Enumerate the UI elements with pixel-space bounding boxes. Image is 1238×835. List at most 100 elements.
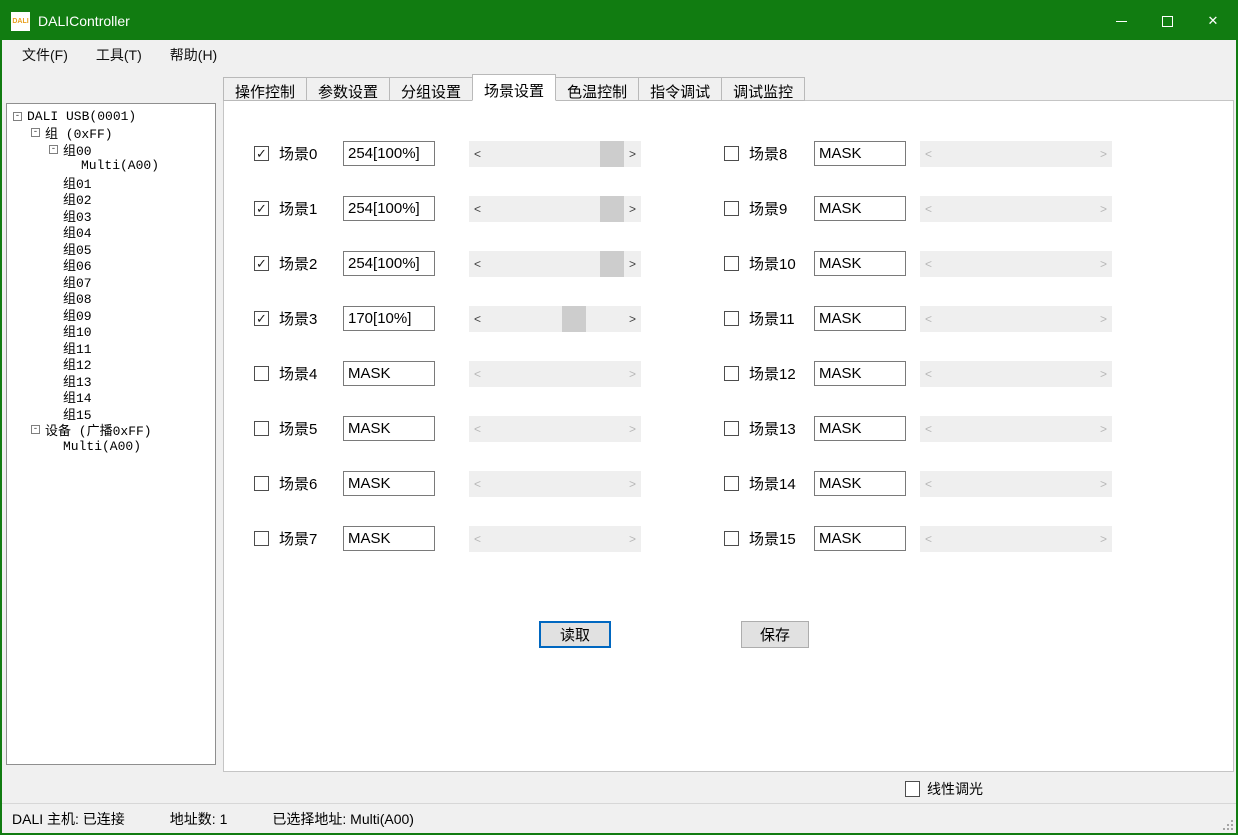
- scene-value-input[interactable]: [814, 526, 906, 551]
- scene-value-input[interactable]: [814, 251, 906, 276]
- scene-value-input[interactable]: [814, 141, 906, 166]
- scene-checkbox[interactable]: ✓: [254, 201, 269, 216]
- tree-item-2[interactable]: -组00: [7, 141, 215, 158]
- tree-item-11[interactable]: 组08: [7, 290, 215, 307]
- scene-value-input[interactable]: [814, 361, 906, 386]
- tree-expander-icon[interactable]: -: [13, 112, 22, 121]
- scrollbar-left-arrow-icon[interactable]: <: [469, 306, 486, 332]
- scrollbar-right-arrow-icon[interactable]: >: [624, 141, 641, 167]
- tree-item-9[interactable]: 组06: [7, 257, 215, 274]
- scene-value-input[interactable]: [814, 416, 906, 441]
- tree-item-8[interactable]: 组05: [7, 240, 215, 257]
- scrollbar-thumb[interactable]: [600, 196, 624, 222]
- scrollbar-thumb[interactable]: [600, 251, 624, 277]
- scene-level-scrollbar: <>: [920, 471, 1112, 497]
- scrollbar-thumb[interactable]: [562, 306, 586, 332]
- scene-checkbox[interactable]: [724, 146, 739, 161]
- scene-checkbox[interactable]: [724, 201, 739, 216]
- scrollbar-track[interactable]: [486, 196, 624, 222]
- scene-value-input[interactable]: [814, 196, 906, 221]
- scene-value-input[interactable]: [343, 471, 435, 496]
- scrollbar-left-arrow-icon[interactable]: <: [469, 196, 486, 222]
- tree-item-4[interactable]: 组01: [7, 174, 215, 191]
- scrollbar-right-arrow-icon[interactable]: >: [624, 251, 641, 277]
- tree-item-12[interactable]: 组09: [7, 306, 215, 323]
- scene-checkbox[interactable]: [724, 366, 739, 381]
- tree-item-7[interactable]: 组04: [7, 224, 215, 241]
- scene-level-scrollbar[interactable]: <>: [469, 306, 641, 332]
- tree-item-20[interactable]: Multi(A00): [7, 438, 215, 455]
- scene-value-input[interactable]: [343, 526, 435, 551]
- scene-value-input[interactable]: [814, 306, 906, 331]
- scene-checkbox[interactable]: [254, 366, 269, 381]
- scrollbar-track[interactable]: [486, 141, 624, 167]
- tree-expander-icon[interactable]: -: [31, 425, 40, 434]
- scrollbar-left-arrow-icon[interactable]: <: [469, 141, 486, 167]
- tree-item-3[interactable]: Multi(A00): [7, 158, 215, 175]
- scene-checkbox[interactable]: ✓: [254, 146, 269, 161]
- tree-expander-icon[interactable]: -: [31, 128, 40, 137]
- scrollbar-thumb[interactable]: [600, 141, 624, 167]
- menu-item-0[interactable]: 文件(F): [12, 41, 78, 69]
- scene-checkbox[interactable]: [724, 421, 739, 436]
- tree-item-19[interactable]: -设备 (广播0xFF): [7, 422, 215, 439]
- scene-value-input[interactable]: [343, 416, 435, 441]
- scrollbar-left-arrow-icon[interactable]: <: [469, 251, 486, 277]
- scrollbar-right-arrow-icon[interactable]: >: [624, 196, 641, 222]
- tree-item-1[interactable]: -组 (0xFF): [7, 125, 215, 142]
- tree-item-10[interactable]: 组07: [7, 273, 215, 290]
- scene-checkbox[interactable]: [724, 476, 739, 491]
- title-bar: DALI DALIController ✕: [2, 2, 1236, 40]
- tab-1[interactable]: 参数设置: [307, 77, 390, 101]
- tree-item-14[interactable]: 组11: [7, 339, 215, 356]
- tree-item-17[interactable]: 组14: [7, 389, 215, 406]
- tree-item-13[interactable]: 组10: [7, 323, 215, 340]
- resize-grip-icon[interactable]: [1219, 816, 1233, 830]
- tree-item-16[interactable]: 组13: [7, 372, 215, 389]
- maximize-button[interactable]: [1144, 2, 1190, 40]
- scrollbar-left-arrow-icon: <: [920, 416, 937, 442]
- scene-value-input[interactable]: [343, 251, 435, 276]
- scene-checkbox[interactable]: [724, 311, 739, 326]
- scene-checkbox[interactable]: ✓: [254, 311, 269, 326]
- tab-5[interactable]: 指令调试: [639, 77, 722, 101]
- tree-item-18[interactable]: 组15: [7, 405, 215, 422]
- scene-value-input[interactable]: [343, 141, 435, 166]
- tree-expander-icon[interactable]: -: [49, 145, 58, 154]
- scene-level-scrollbar[interactable]: <>: [469, 196, 641, 222]
- scene-checkbox[interactable]: [254, 531, 269, 546]
- tab-6[interactable]: 调试监控: [722, 77, 805, 101]
- close-button[interactable]: ✕: [1190, 2, 1236, 40]
- scene-checkbox[interactable]: ✓: [254, 256, 269, 271]
- tab-2[interactable]: 分组设置: [390, 77, 473, 101]
- read-button[interactable]: 读取: [539, 621, 611, 648]
- tree-item-15[interactable]: 组12: [7, 356, 215, 373]
- tab-0[interactable]: 操作控制: [223, 77, 307, 101]
- tab-4[interactable]: 色温控制: [556, 77, 639, 101]
- scene-level-scrollbar: <>: [920, 361, 1112, 387]
- scene-checkbox[interactable]: [254, 476, 269, 491]
- scene-level-scrollbar[interactable]: <>: [469, 251, 641, 277]
- tab-3[interactable]: 场景设置: [472, 74, 556, 101]
- tree-item-0[interactable]: -DALI USB(0001): [7, 108, 215, 125]
- scrollbar-track[interactable]: [486, 306, 624, 332]
- scene-value-input[interactable]: [343, 361, 435, 386]
- device-tree[interactable]: -DALI USB(0001)-组 (0xFF)-组00Multi(A00)组0…: [6, 103, 216, 765]
- linear-dimming-checkbox[interactable]: [905, 781, 920, 797]
- scene-checkbox[interactable]: [254, 421, 269, 436]
- scene-level-scrollbar[interactable]: <>: [469, 141, 641, 167]
- scene-value-input[interactable]: [814, 471, 906, 496]
- tree-item-5[interactable]: 组02: [7, 191, 215, 208]
- scene-value-input[interactable]: [343, 306, 435, 331]
- scrollbar-track[interactable]: [486, 251, 624, 277]
- save-button[interactable]: 保存: [741, 621, 809, 648]
- scene-checkbox[interactable]: [724, 256, 739, 271]
- menu-item-1[interactable]: 工具(T): [86, 41, 152, 69]
- scrollbar-right-arrow-icon[interactable]: >: [624, 306, 641, 332]
- scrollbar-right-arrow-icon: >: [624, 471, 641, 497]
- scene-checkbox[interactable]: [724, 531, 739, 546]
- scene-value-input[interactable]: [343, 196, 435, 221]
- minimize-button[interactable]: [1098, 2, 1144, 40]
- tree-item-6[interactable]: 组03: [7, 207, 215, 224]
- menu-item-2[interactable]: 帮助(H): [160, 41, 227, 69]
